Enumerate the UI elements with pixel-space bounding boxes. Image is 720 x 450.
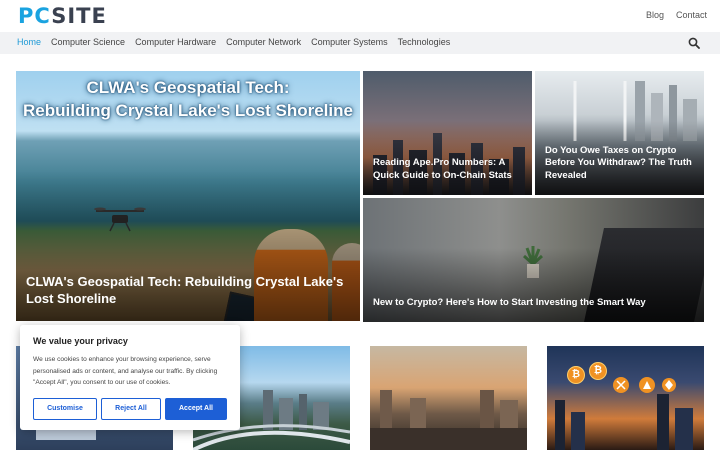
card-title[interactable]: Do You Owe Taxes on Crypto Before You Wi… <box>545 145 694 183</box>
hero-title[interactable]: CLWA's Geospatial Tech: Rebuilding Cryst… <box>26 274 350 308</box>
logo-text: PCSITE <box>18 4 107 28</box>
featured-card-new-to-crypto[interactable]: New to Crypto? Here's How to Start Inves… <box>363 198 704 322</box>
site-logo[interactable]: PCSITE <box>18 4 107 28</box>
card-title[interactable]: Reading Ape.Pro Numbers: A Quick Guide t… <box>373 157 522 183</box>
logo-pc: PC <box>18 4 52 28</box>
main-navigation: Home Computer Science Computer Hardware … <box>0 32 720 54</box>
cookie-consent-popup: We value your privacy We use cookies to … <box>20 325 240 430</box>
article-thumbnail-3[interactable] <box>370 346 527 450</box>
nav-item-computer-science[interactable]: Computer Science <box>51 37 125 47</box>
nav-item-computer-network[interactable]: Computer Network <box>226 37 301 47</box>
hero-banner-line2: Rebuilding Crystal Lake's Lost Shoreline <box>23 100 353 120</box>
bitcoin-icon: ₿ <box>567 366 585 384</box>
search-icon[interactable] <box>688 37 700 49</box>
card-title[interactable]: New to Crypto? Here's How to Start Inves… <box>373 297 694 310</box>
hero-banner-line1: CLWA's Geospatial Tech: <box>86 78 290 97</box>
customise-button[interactable]: Customise <box>33 398 97 420</box>
nav-item-computer-systems[interactable]: Computer Systems <box>311 37 388 47</box>
hero-banner: CLWA's Geospatial Tech: Rebuilding Cryst… <box>16 77 360 123</box>
reject-all-button[interactable]: Reject All <box>101 398 161 420</box>
nav-item-technologies[interactable]: Technologies <box>398 37 451 47</box>
accept-all-button[interactable]: Accept All <box>165 398 227 420</box>
top-header: PCSITE Blog Contact <box>0 0 720 32</box>
nav-item-computer-hardware[interactable]: Computer Hardware <box>135 37 216 47</box>
logo-site: SITE <box>51 4 107 28</box>
top-links: Blog Contact <box>646 10 707 20</box>
nav-item-home[interactable]: Home <box>17 37 41 47</box>
cookie-text: We use cookies to enhance your browsing … <box>33 356 218 387</box>
featured-hero-card[interactable]: CLWA's Geospatial Tech: Rebuilding Cryst… <box>16 71 360 321</box>
article-thumbnail-4[interactable]: ₿ ₿ <box>547 346 704 450</box>
featured-card-crypto-taxes[interactable]: Do You Owe Taxes on Crypto Before You Wi… <box>535 71 704 195</box>
featured-card-ape-pro[interactable]: Reading Ape.Pro Numbers: A Quick Guide t… <box>363 71 532 195</box>
blog-link[interactable]: Blog <box>646 10 664 20</box>
bitcoin-icon: ₿ <box>589 362 607 380</box>
contact-link[interactable]: Contact <box>676 10 707 20</box>
nav-items: Home Computer Science Computer Hardware … <box>17 37 450 47</box>
card-shade <box>363 247 704 322</box>
cookie-title: We value your privacy <box>33 336 128 346</box>
night-city-image <box>555 394 693 450</box>
crowd-city-image <box>370 390 527 450</box>
